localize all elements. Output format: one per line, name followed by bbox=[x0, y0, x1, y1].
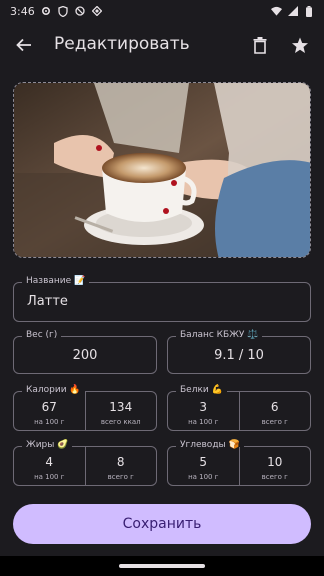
page-title: Редактировать bbox=[54, 34, 190, 54]
name-field[interactable]: Название 📝 Латте bbox=[13, 276, 311, 322]
calories-per100-value: 67 bbox=[41, 400, 57, 414]
fat-per100-caption: на 100 г bbox=[34, 473, 65, 481]
fat-per100-value: 4 bbox=[45, 455, 54, 469]
photo-container[interactable] bbox=[13, 82, 311, 258]
calories-per100-caption: на 100 г bbox=[34, 418, 65, 426]
protein-total-value: 6 bbox=[270, 400, 279, 414]
fat-field: Жиры 🥑 4 на 100 г 8 всего г bbox=[13, 440, 157, 486]
name-label: Название 📝 bbox=[22, 276, 90, 286]
carbs-total-value: 10 bbox=[267, 455, 283, 469]
protein-total-caption: всего г bbox=[261, 418, 288, 426]
back-button[interactable] bbox=[12, 33, 36, 57]
favorite-button[interactable] bbox=[289, 33, 311, 57]
wifi-icon bbox=[271, 6, 282, 17]
protein-per100-value: 3 bbox=[199, 400, 208, 414]
status-left: 3:46 bbox=[10, 5, 103, 18]
fat-total-caption: всего г bbox=[107, 473, 134, 481]
fat-per100-input[interactable]: 4 на 100 г bbox=[14, 447, 85, 485]
fat-total-value: 8 bbox=[116, 455, 125, 469]
delete-button[interactable] bbox=[249, 33, 271, 57]
status-time: 3:46 bbox=[10, 4, 35, 18]
status-right bbox=[271, 5, 314, 17]
protein-per100-input[interactable]: 3 на 100 г bbox=[168, 392, 239, 430]
arrow-back-icon bbox=[16, 38, 31, 52]
name-value[interactable]: Латте bbox=[27, 294, 68, 309]
carbs-total-input[interactable]: 10 всего г bbox=[238, 447, 311, 485]
gear-icon bbox=[41, 6, 52, 17]
calories-total-value: 134 bbox=[109, 400, 133, 414]
home-indicator[interactable] bbox=[119, 564, 205, 568]
diamond-icon bbox=[92, 6, 103, 17]
weight-value[interactable]: 200 bbox=[14, 348, 156, 363]
battery-icon bbox=[303, 5, 314, 17]
balance-label: Баланс КБЖУ ⚖️ bbox=[176, 330, 263, 340]
signal-icon bbox=[287, 6, 298, 17]
shield-icon bbox=[58, 5, 69, 17]
carbs-per100-input[interactable]: 5 на 100 г bbox=[168, 447, 239, 485]
save-button[interactable]: Сохранить bbox=[13, 504, 311, 544]
calories-field: Калории 🔥 67 на 100 г 134 всего ккал bbox=[13, 385, 157, 431]
carbs-per100-caption: на 100 г bbox=[188, 473, 219, 481]
weight-field[interactable]: Вес (г) 200 bbox=[13, 330, 157, 374]
star-icon bbox=[292, 37, 308, 53]
carbs-field: Углеводы 🍞 5 на 100 г 10 всего г bbox=[167, 440, 311, 486]
carbs-total-caption: всего г bbox=[261, 473, 288, 481]
fat-total-input[interactable]: 8 всего г bbox=[84, 447, 157, 485]
balance-value: 9.1 / 10 bbox=[214, 348, 264, 363]
weight-label: Вес (г) bbox=[22, 330, 62, 340]
delete-icon bbox=[253, 36, 267, 54]
balance-field: Баланс КБЖУ ⚖️ 9.1 / 10 bbox=[167, 330, 311, 374]
protein-total-input[interactable]: 6 всего г bbox=[238, 392, 311, 430]
latte-photo bbox=[14, 83, 310, 257]
app-bar: Редактировать bbox=[0, 22, 324, 68]
calories-total-input[interactable]: 134 всего ккал bbox=[84, 392, 157, 430]
carbs-per100-value: 5 bbox=[199, 455, 208, 469]
calories-total-caption: всего ккал bbox=[100, 418, 141, 426]
status-bar: 3:46 bbox=[0, 0, 324, 22]
calories-per100-input[interactable]: 67 на 100 г bbox=[14, 392, 85, 430]
protein-per100-caption: на 100 г bbox=[188, 418, 219, 426]
protein-field: Белки 💪 3 на 100 г 6 всего г bbox=[167, 385, 311, 431]
blocked-icon bbox=[75, 6, 86, 17]
navigation-bar bbox=[0, 556, 324, 576]
